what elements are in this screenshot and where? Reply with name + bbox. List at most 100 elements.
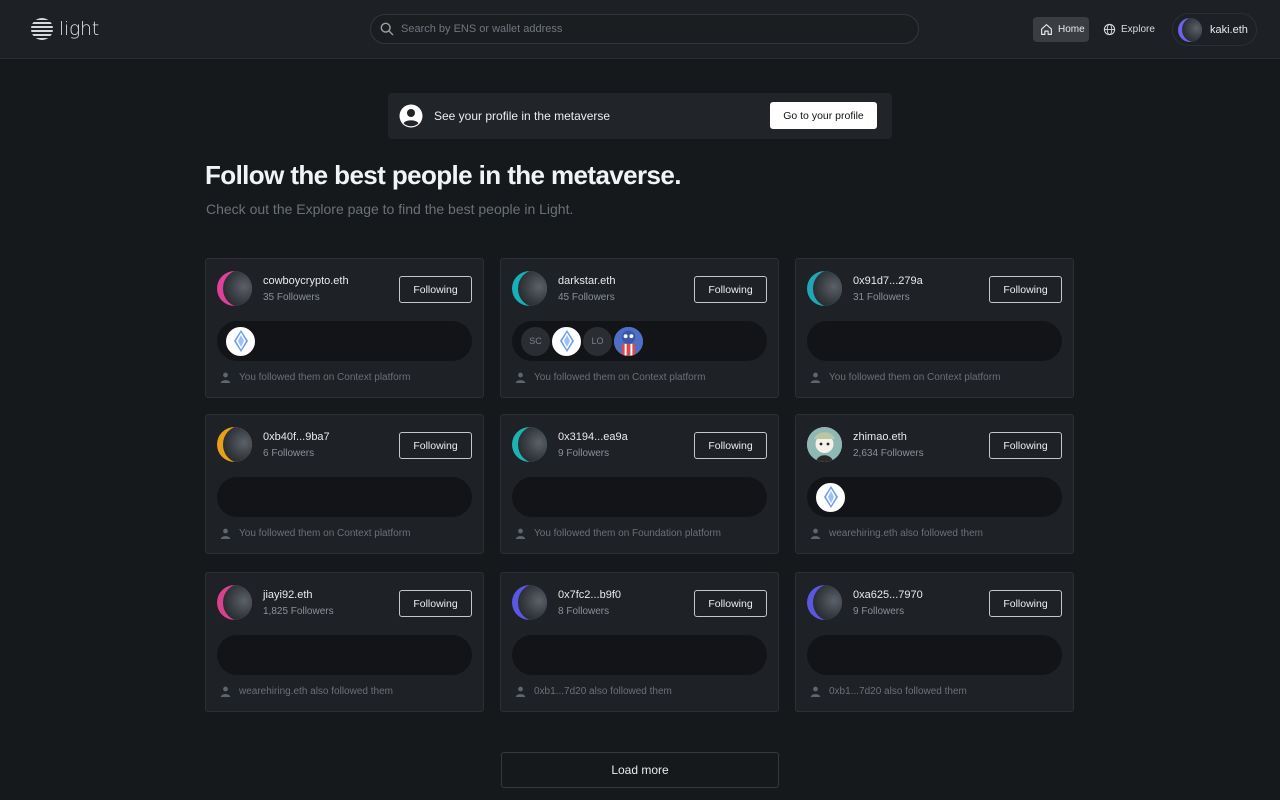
- mutual-avatar[interactable]: LO: [581, 324, 614, 358]
- profile-banner: See your profile in the metaverse Go to …: [388, 93, 892, 139]
- follow-source-text: 0xb1...7d20 also followed them: [534, 686, 672, 697]
- profile-name[interactable]: cowboycrypto.eth: [263, 275, 349, 287]
- profile-avatar[interactable]: [807, 585, 842, 620]
- ens-icon: [233, 330, 248, 352]
- profile-name[interactable]: 0xa625...7970: [853, 589, 923, 601]
- following-button[interactable]: Following: [989, 276, 1062, 303]
- profile-name[interactable]: 0x7fc2...b9f0: [558, 589, 621, 601]
- mutual-avatar[interactable]: SC: [519, 324, 552, 358]
- page-title: Follow the best people in the metaverse.: [205, 160, 682, 190]
- profile-followers: 9 Followers: [558, 448, 610, 459]
- following-button[interactable]: Following: [989, 432, 1062, 459]
- profile-followers: 1,825 Followers: [263, 606, 334, 617]
- ens-icon: [823, 486, 838, 508]
- profile-avatar[interactable]: [807, 427, 842, 462]
- search-bar[interactable]: [370, 14, 919, 44]
- profile-name[interactable]: zhimao.eth: [853, 431, 907, 443]
- nav-explore-label: Explore: [1121, 24, 1155, 35]
- logo[interactable]: light: [31, 18, 99, 40]
- following-button[interactable]: Following: [694, 590, 767, 617]
- load-more-button[interactable]: Load more: [501, 752, 779, 788]
- mutual-followers-strip: [807, 477, 1062, 517]
- logo-text: light: [59, 18, 99, 40]
- ens-icon: [559, 330, 574, 352]
- following-button[interactable]: Following: [399, 432, 472, 459]
- nav-home-button[interactable]: Home: [1033, 17, 1089, 42]
- following-button[interactable]: Following: [989, 590, 1062, 617]
- profile-avatar[interactable]: [217, 271, 252, 306]
- profile-avatar[interactable]: [217, 427, 252, 462]
- profile-followers: 35 Followers: [263, 292, 320, 303]
- profile-avatar[interactable]: [512, 271, 547, 306]
- globe-icon: [1103, 23, 1116, 36]
- home-icon: [1041, 24, 1052, 35]
- mutual-avatar[interactable]: [550, 324, 583, 358]
- person-icon: [810, 528, 821, 539]
- user-name: kaki.eth: [1210, 23, 1248, 36]
- banner-text: See your profile in the metaverse: [434, 109, 611, 123]
- follow-source-text: You followed them on Foundation platform: [534, 528, 721, 539]
- follow-source-note: wearehiring.eth also followed them: [810, 528, 983, 539]
- profile-avatar[interactable]: [807, 271, 842, 306]
- profile-avatar[interactable]: [512, 427, 547, 462]
- profile-name[interactable]: jiayi92.eth: [263, 589, 313, 601]
- profile-card: jiayi92.eth 1,825 Followers Following weare…: [205, 572, 484, 712]
- page-subtitle: Check out the Explore page to find the b…: [206, 201, 574, 217]
- profile-card: 0x3194...ea9a 9 Followers Following You fol…: [500, 414, 779, 554]
- nav-explore-button[interactable]: Explore: [1099, 17, 1159, 42]
- person-icon: [810, 372, 821, 383]
- profile-name[interactable]: darkstar.eth: [558, 275, 615, 287]
- following-button[interactable]: Following: [694, 276, 767, 303]
- follow-source-note: 0xb1...7d20 also followed them: [515, 686, 672, 697]
- person-icon: [515, 528, 526, 539]
- profile-card: zhimao.eth 2,634 Followers Following weareh…: [795, 414, 1074, 554]
- mutual-followers-strip: [217, 635, 472, 675]
- following-button[interactable]: Following: [694, 432, 767, 459]
- profile-card: cowboycrypto.eth 35 Followers Following You…: [205, 258, 484, 398]
- user-circle-icon: [399, 104, 423, 128]
- mutual-avatar[interactable]: [224, 324, 257, 358]
- profile-card: darkstar.eth 45 Followers Following SC LO You…: [500, 258, 779, 398]
- follow-source-note: You followed them on Context platform: [220, 528, 410, 539]
- profile-name[interactable]: 0x91d7...279a: [853, 275, 923, 287]
- profile-avatar[interactable]: [512, 585, 547, 620]
- logo-icon: [31, 18, 53, 40]
- profile-name[interactable]: 0xb40f...9ba7: [263, 431, 330, 443]
- profile-followers: 6 Followers: [263, 448, 315, 459]
- profile-followers: 8 Followers: [558, 606, 610, 617]
- follow-source-text: You followed them on Context platform: [239, 372, 411, 383]
- search-icon: [380, 22, 394, 36]
- avatar-photo: [807, 427, 842, 462]
- person-icon: [220, 528, 231, 539]
- profile-followers: 31 Followers: [853, 292, 910, 303]
- mutual-avatar[interactable]: [612, 324, 645, 358]
- follow-source-text: 0xb1...7d20 also followed them: [829, 686, 967, 697]
- follow-source-note: You followed them on Foundation platform: [515, 528, 721, 539]
- profile-card: 0xa625...7970 9 Followers Following 0xb1...…: [795, 572, 1074, 712]
- user-menu-button[interactable]: kaki.eth: [1172, 13, 1257, 46]
- profile-card: 0x91d7...279a 31 Followers Following You fo…: [795, 258, 1074, 398]
- profile-followers: 9 Followers: [853, 606, 905, 617]
- profile-avatar[interactable]: [217, 585, 252, 620]
- follow-source-note: wearehiring.eth also followed them: [220, 686, 393, 697]
- profile-name[interactable]: 0x3194...ea9a: [558, 431, 628, 443]
- top-bar: light Home Explore kaki.eth: [0, 0, 1280, 59]
- person-icon: [515, 372, 526, 383]
- profile-card: 0xb40f...9ba7 6 Followers Following You fol…: [205, 414, 484, 554]
- search-input[interactable]: [401, 23, 881, 35]
- mutual-followers-strip: [512, 635, 767, 675]
- person-icon: [220, 372, 231, 383]
- user-avatar: [1178, 17, 1202, 42]
- following-button[interactable]: Following: [399, 590, 472, 617]
- mutual-followers-strip: SC LO: [512, 321, 767, 361]
- following-button[interactable]: Following: [399, 276, 472, 303]
- follow-source-note: You followed them on Context platform: [515, 372, 705, 383]
- profile-followers: 45 Followers: [558, 292, 615, 303]
- mutual-followers-strip: [217, 477, 472, 517]
- follow-source-text: wearehiring.eth also followed them: [239, 686, 393, 697]
- mutual-avatar[interactable]: [814, 480, 847, 514]
- follow-source-note: You followed them on Context platform: [810, 372, 1000, 383]
- follow-source-text: You followed them on Context platform: [239, 528, 411, 539]
- follow-source-text: wearehiring.eth also followed them: [829, 528, 983, 539]
- go-to-profile-button[interactable]: Go to your profile: [770, 102, 877, 129]
